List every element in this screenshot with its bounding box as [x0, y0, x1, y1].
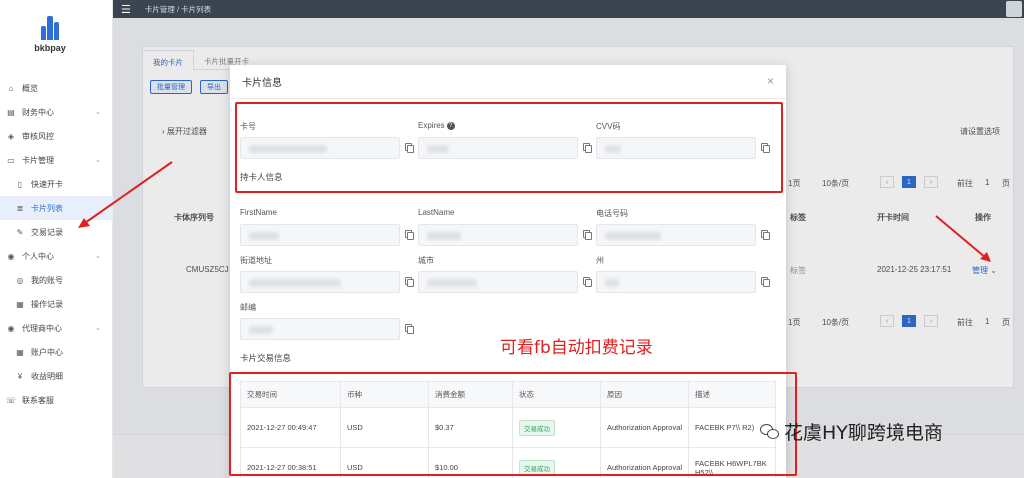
arrow-to-manage [935, 215, 987, 259]
annotation-text: 可看fb自动扣费记录 [500, 338, 653, 358]
wechat-icon [760, 423, 780, 440]
watermark-text: 花虞HY聊跨境电商 [784, 422, 943, 444]
annotation-arrows [78, 161, 991, 262]
watermark: 花虞HY聊跨境电商 [760, 418, 943, 445]
arrow-to-card-list [81, 161, 173, 226]
